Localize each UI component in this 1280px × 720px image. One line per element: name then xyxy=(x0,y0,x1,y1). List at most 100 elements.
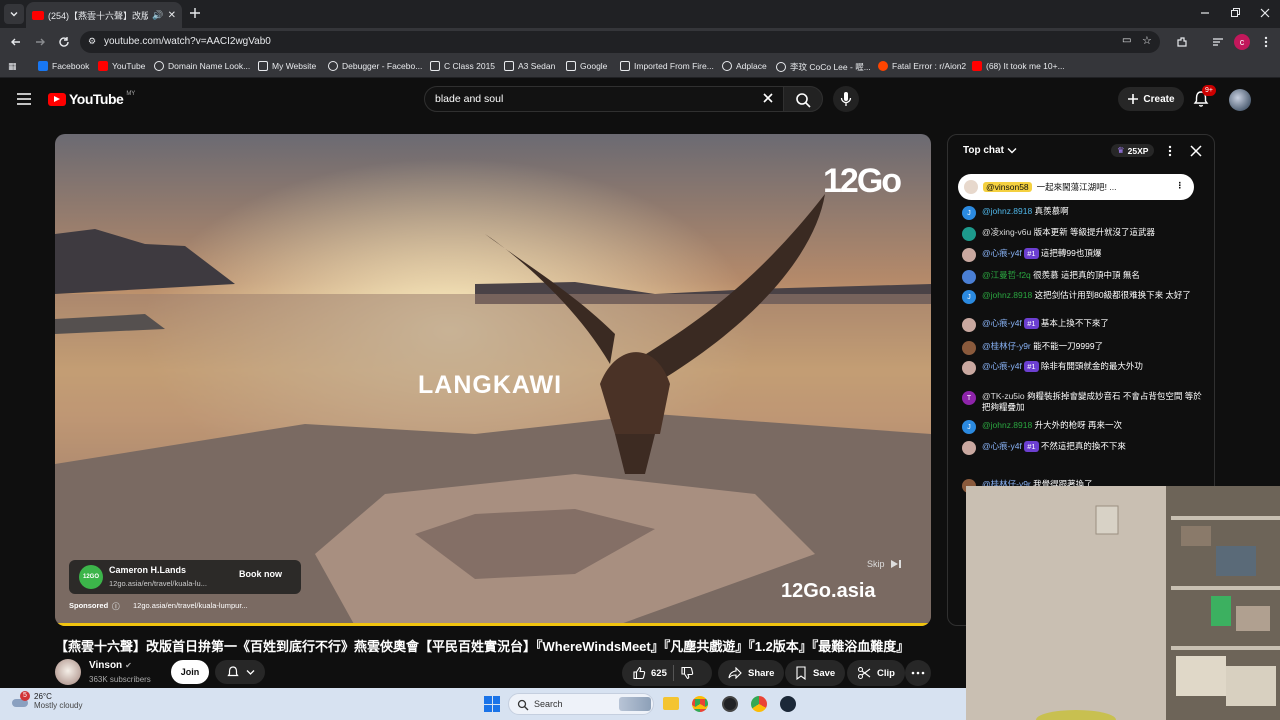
profile-avatar[interactable]: c xyxy=(1234,34,1250,50)
chat-message[interactable]: @江曼哲-f2q 很羨慕 這把真的頂中頂 無名 xyxy=(962,270,1202,284)
bookmark-item[interactable]: (68) It took me 10+... xyxy=(972,61,1065,71)
minimize-icon[interactable] xyxy=(1198,6,1212,20)
book-now-button[interactable]: Book now xyxy=(239,569,282,579)
location-overlay-text: LANGKAWI xyxy=(418,371,563,399)
chat-author[interactable]: @凌xing-v6u xyxy=(982,227,1031,237)
chat-author[interactable]: @心痕-y4f xyxy=(982,441,1022,451)
chat-author[interactable]: @johnz.8918 xyxy=(982,290,1032,300)
more-menu-icon[interactable] xyxy=(1258,34,1274,50)
chat-message[interactable]: @心痕-y4f #1 基本上換不下來了 xyxy=(962,318,1202,332)
chat-mode-dropdown[interactable]: Top chat xyxy=(963,145,1017,156)
sponsor-card[interactable]: 12GO Cameron H.Lands 12go.asia/en/travel… xyxy=(69,560,301,594)
search-button[interactable] xyxy=(783,86,823,112)
chat-message[interactable]: J @johnz.8918 真羨慕啊 xyxy=(962,206,1202,220)
chat-text: 真羨慕啊 xyxy=(1034,206,1069,216)
bookmark-item[interactable]: Debugger - Facebo... xyxy=(328,61,422,71)
account-avatar[interactable] xyxy=(1229,89,1251,111)
new-tab-icon[interactable] xyxy=(188,6,202,20)
save-button[interactable]: Save xyxy=(785,660,846,686)
share-button[interactable]: Share xyxy=(718,660,785,686)
chat-message[interactable]: @桂林仔-y9r 能不能一刀9999了 xyxy=(962,341,1202,355)
chat-author[interactable]: @心痕-y4f xyxy=(982,318,1022,328)
extensions-icon[interactable] xyxy=(1174,34,1190,50)
chat-message[interactable]: @凌xing-v6u 版本更新 等級提升就沒了這武器 xyxy=(962,227,1202,241)
bookmark-item[interactable]: Adplace xyxy=(722,61,767,71)
chat-message[interactable]: J @johnz.8918 这把剑估计用到80級都很难换下来 太好了 xyxy=(962,290,1202,304)
bookmark-item[interactable]: Fatal Error : r/Aion2 xyxy=(878,61,966,71)
like-button[interactable]: 625 xyxy=(632,666,667,680)
bookmark-item[interactable]: 李玟 CoCo Lee - 喔... xyxy=(776,61,871,73)
chat-author[interactable]: @TK-zu5io xyxy=(982,391,1025,401)
channel-name[interactable]: Vinson ✔ xyxy=(89,660,132,671)
clear-search-icon[interactable] xyxy=(761,91,775,105)
info-icon[interactable]: ⓘ xyxy=(112,601,120,612)
youtube-logo[interactable]: YouTube MY xyxy=(48,91,135,107)
chat-author[interactable]: @江曼哲-f2q xyxy=(982,270,1031,280)
more-actions-button[interactable] xyxy=(905,660,931,686)
search-input[interactable]: blade and soul xyxy=(424,86,784,112)
bookmark-folder[interactable]: Google xyxy=(566,61,607,71)
restore-icon[interactable] xyxy=(1228,6,1242,20)
channel-avatar[interactable] xyxy=(55,659,81,685)
reading-list-icon[interactable] xyxy=(1210,34,1226,50)
chat-author[interactable]: @桂林仔-y9r xyxy=(982,341,1031,351)
chat-author[interactable]: @心痕-y4f xyxy=(982,361,1022,371)
chat-author[interactable]: @johnz.8918 xyxy=(982,420,1032,430)
bookmark-folder[interactable]: My Website xyxy=(258,61,316,71)
bookmark-star-icon[interactable]: ☆ xyxy=(1142,34,1152,47)
dislike-button[interactable] xyxy=(680,666,694,680)
site-info-icon[interactable]: ⚙ xyxy=(88,36,96,47)
chat-message[interactable]: J @johnz.8918 升大外的枪呀 再来一次 xyxy=(962,420,1202,434)
chat-message[interactable]: @心痕-y4f #1 這把轉99也頂爆 xyxy=(962,248,1202,262)
start-button[interactable] xyxy=(484,696,500,712)
chevron-down-icon xyxy=(1007,147,1017,153)
bookmark-folder[interactable]: C Class 2015 xyxy=(430,61,495,71)
video-player[interactable]: 12Go LANGKAWI 12Go.asia Skip 12GO Camero… xyxy=(55,134,931,626)
chrome-icon[interactable] xyxy=(692,696,708,712)
chat-message[interactable]: @心痕-y4f #1 除非有開頭就金的最大外功 xyxy=(962,361,1202,375)
pinned-more-icon[interactable]: ⋮ xyxy=(1176,180,1185,191)
bookmark-item[interactable]: Domain Name Look... xyxy=(154,61,250,71)
voice-search-button[interactable] xyxy=(833,86,859,112)
tab-title: (254)【燕雲十六聲】改版首日 xyxy=(48,10,149,21)
speaker-icon[interactable]: 🔊 xyxy=(152,10,163,21)
chat-message[interactable]: T @TK-zu5io 夠糧裝拆掉會變成妙音石 不會占背包空間 等於把夠糧疊加 xyxy=(962,391,1202,413)
xp-badge[interactable]: ♛ 25XP xyxy=(1111,144,1155,157)
create-button[interactable]: Create xyxy=(1118,87,1184,111)
browser-tab-active[interactable]: (254)【燕雲十六聲】改版首日 🔊 ✕ xyxy=(26,2,182,28)
chat-author[interactable]: @johnz.8918 xyxy=(982,206,1032,216)
bookmark-folder[interactable]: A3 Sedan xyxy=(504,61,555,71)
taskbar-search[interactable]: Search xyxy=(508,693,654,715)
subscribe-bell-button[interactable] xyxy=(215,660,265,684)
forward-arrow-icon[interactable] xyxy=(32,34,48,50)
chat-message[interactable]: @心痕-y4f #1 不然這把真的換不下來 xyxy=(962,441,1202,455)
skip-ad-button[interactable]: Skip xyxy=(867,559,902,569)
pinned-message[interactable]: @vinson58 一起來闖蕩江湖吧! ... ⋮ xyxy=(958,174,1194,200)
url-text[interactable]: youtube.com/watch?v=AACI2wgVab0 xyxy=(104,36,271,47)
app-icon[interactable] xyxy=(722,696,738,712)
chat-close-icon[interactable] xyxy=(1190,145,1202,157)
weather-widget[interactable]: 5 26°C Mostly cloudy xyxy=(12,691,82,710)
close-window-icon[interactable] xyxy=(1258,6,1272,20)
notifications-button[interactable]: 9+ xyxy=(1192,85,1216,110)
clip-button[interactable]: Clip xyxy=(847,660,905,686)
reload-icon[interactable] xyxy=(56,34,72,50)
apps-grid-icon[interactable]: ▦ xyxy=(8,61,17,72)
bookmark-item[interactable]: Facebook xyxy=(38,61,89,71)
bookmark-item[interactable]: YouTube xyxy=(98,61,145,71)
hamburger-menu-icon[interactable] xyxy=(16,92,32,106)
join-button[interactable]: Join xyxy=(171,660,209,684)
chat-more-icon[interactable] xyxy=(1166,144,1174,158)
file-explorer-icon[interactable] xyxy=(663,697,679,710)
chrome-profile-icon[interactable] xyxy=(751,696,767,712)
ad-progress-bar[interactable] xyxy=(55,623,931,626)
tab-close-icon[interactable]: ✕ xyxy=(168,10,176,21)
tab-search-button[interactable] xyxy=(4,4,24,24)
bookmark-folder[interactable]: Imported From Fire... xyxy=(620,61,714,71)
chat-author[interactable]: @心痕-y4f xyxy=(982,248,1022,258)
steam-icon[interactable] xyxy=(780,696,796,712)
omnibox[interactable]: ⚙ youtube.com/watch?v=AACI2wgVab0 ▭ ☆ xyxy=(80,31,1160,53)
install-app-icon[interactable]: ▭ xyxy=(1122,35,1131,46)
back-arrow-icon[interactable] xyxy=(8,34,24,50)
sponsor-footer-url[interactable]: 12go.asia/en/travel/kuala-lumpur... xyxy=(133,601,248,610)
